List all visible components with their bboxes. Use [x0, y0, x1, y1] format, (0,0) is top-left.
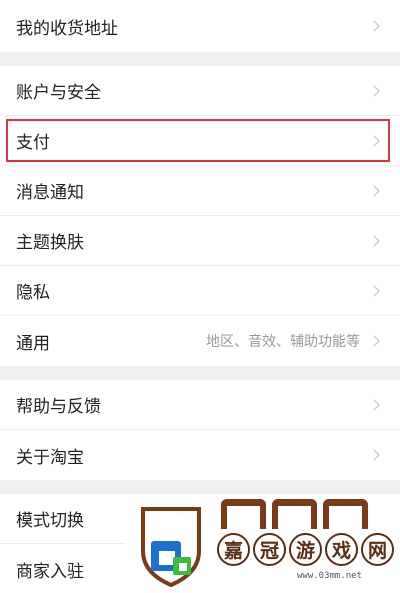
row-label: 账户与安全 — [16, 83, 101, 103]
chevron-right-icon — [368, 284, 380, 297]
watermark-decoration — [221, 499, 391, 529]
chevron-right-icon — [368, 84, 380, 97]
row-payment[interactable]: 支付 — [0, 116, 400, 166]
site-watermark: 嘉 冠 游 戏 网 www.03mm.net — [125, 495, 400, 593]
row-label: 通用 — [16, 333, 50, 354]
chevron-right-icon — [368, 449, 380, 461]
chevron-right-icon — [368, 398, 380, 411]
row-theme[interactable]: 主题换肤 — [0, 216, 400, 266]
chevron-right-icon — [368, 234, 380, 247]
row-label: 帮助与反馈 — [16, 397, 101, 417]
row-label: 主题换肤 — [16, 233, 84, 253]
row-general[interactable]: 通用 地区、音效、辅助功能等 — [0, 316, 400, 366]
row-label: 消息通知 — [16, 183, 84, 203]
row-privacy[interactable]: 隐私 — [0, 266, 400, 316]
watermark-title: 嘉 冠 游 戏 网 — [217, 533, 397, 566]
chevron-right-icon — [368, 184, 380, 197]
row-label: 支付 — [16, 133, 50, 153]
watermark-char: 网 — [361, 533, 394, 566]
row-detail: 地区、音效、辅助功能等 — [206, 334, 360, 350]
watermark-char: 戏 — [325, 533, 358, 566]
row-label: 隐私 — [16, 283, 50, 303]
watermark-url: www.03mm.net — [297, 571, 363, 581]
watermark-char: 冠 — [253, 533, 286, 566]
row-account-security[interactable]: 账户与安全 — [0, 66, 400, 116]
section-gap — [0, 480, 400, 494]
watermark-char: 嘉 — [217, 533, 250, 566]
row-help-feedback[interactable]: 帮助与反馈 — [0, 380, 400, 430]
group-address: 我的收货地址 — [0, 0, 400, 52]
chevron-right-icon — [368, 134, 380, 147]
shield-logo-icon — [141, 507, 201, 587]
group-account: 账户与安全 支付 消息通知 主题换肤 隐私 通用 地区、音效、辅助功能等 — [0, 66, 400, 366]
row-label: 关于淘宝 — [16, 447, 84, 468]
section-gap — [0, 52, 400, 66]
row-label: 我的收货地址 — [16, 18, 118, 39]
row-notifications[interactable]: 消息通知 — [0, 166, 400, 216]
group-help: 帮助与反馈 关于淘宝 — [0, 380, 400, 480]
chevron-right-icon — [368, 335, 380, 347]
row-about[interactable]: 关于淘宝 — [0, 430, 400, 480]
row-address[interactable]: 我的收货地址 — [0, 0, 400, 52]
watermark-char: 游 — [289, 533, 322, 566]
chevron-right-icon — [368, 20, 380, 32]
section-gap — [0, 366, 400, 380]
